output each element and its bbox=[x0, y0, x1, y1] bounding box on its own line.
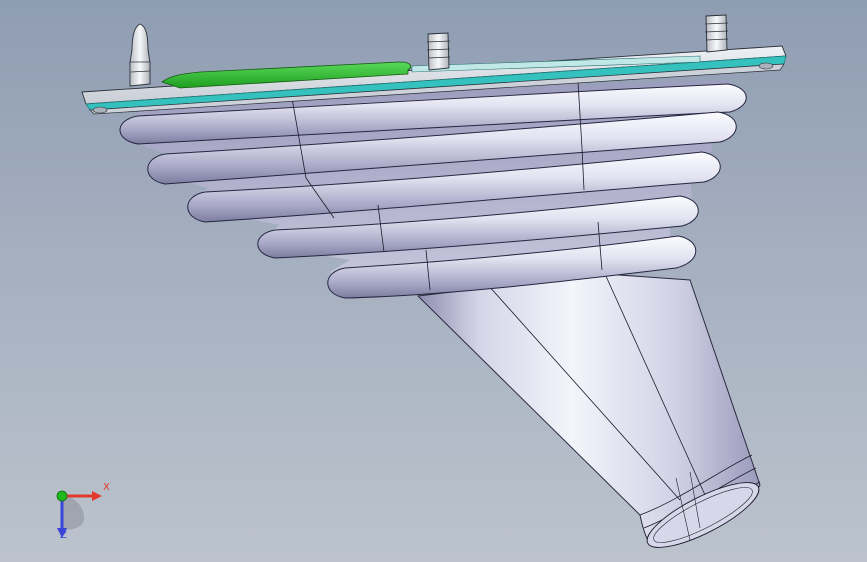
connector-stud-middle[interactable] bbox=[426, 32, 451, 71]
cone-nozzle[interactable] bbox=[416, 273, 766, 559]
triad-graphic bbox=[56, 490, 102, 538]
bellows-boot-model[interactable] bbox=[0, 0, 867, 562]
connector-stud-left[interactable] bbox=[129, 23, 151, 87]
coordinate-triad: X Z bbox=[44, 478, 124, 548]
triad-z-label: Z bbox=[60, 530, 67, 541]
triad-x-label: X bbox=[103, 482, 110, 493]
connector-stud-right[interactable] bbox=[704, 14, 729, 53]
graphics-viewport[interactable]: X Z bbox=[0, 0, 867, 562]
